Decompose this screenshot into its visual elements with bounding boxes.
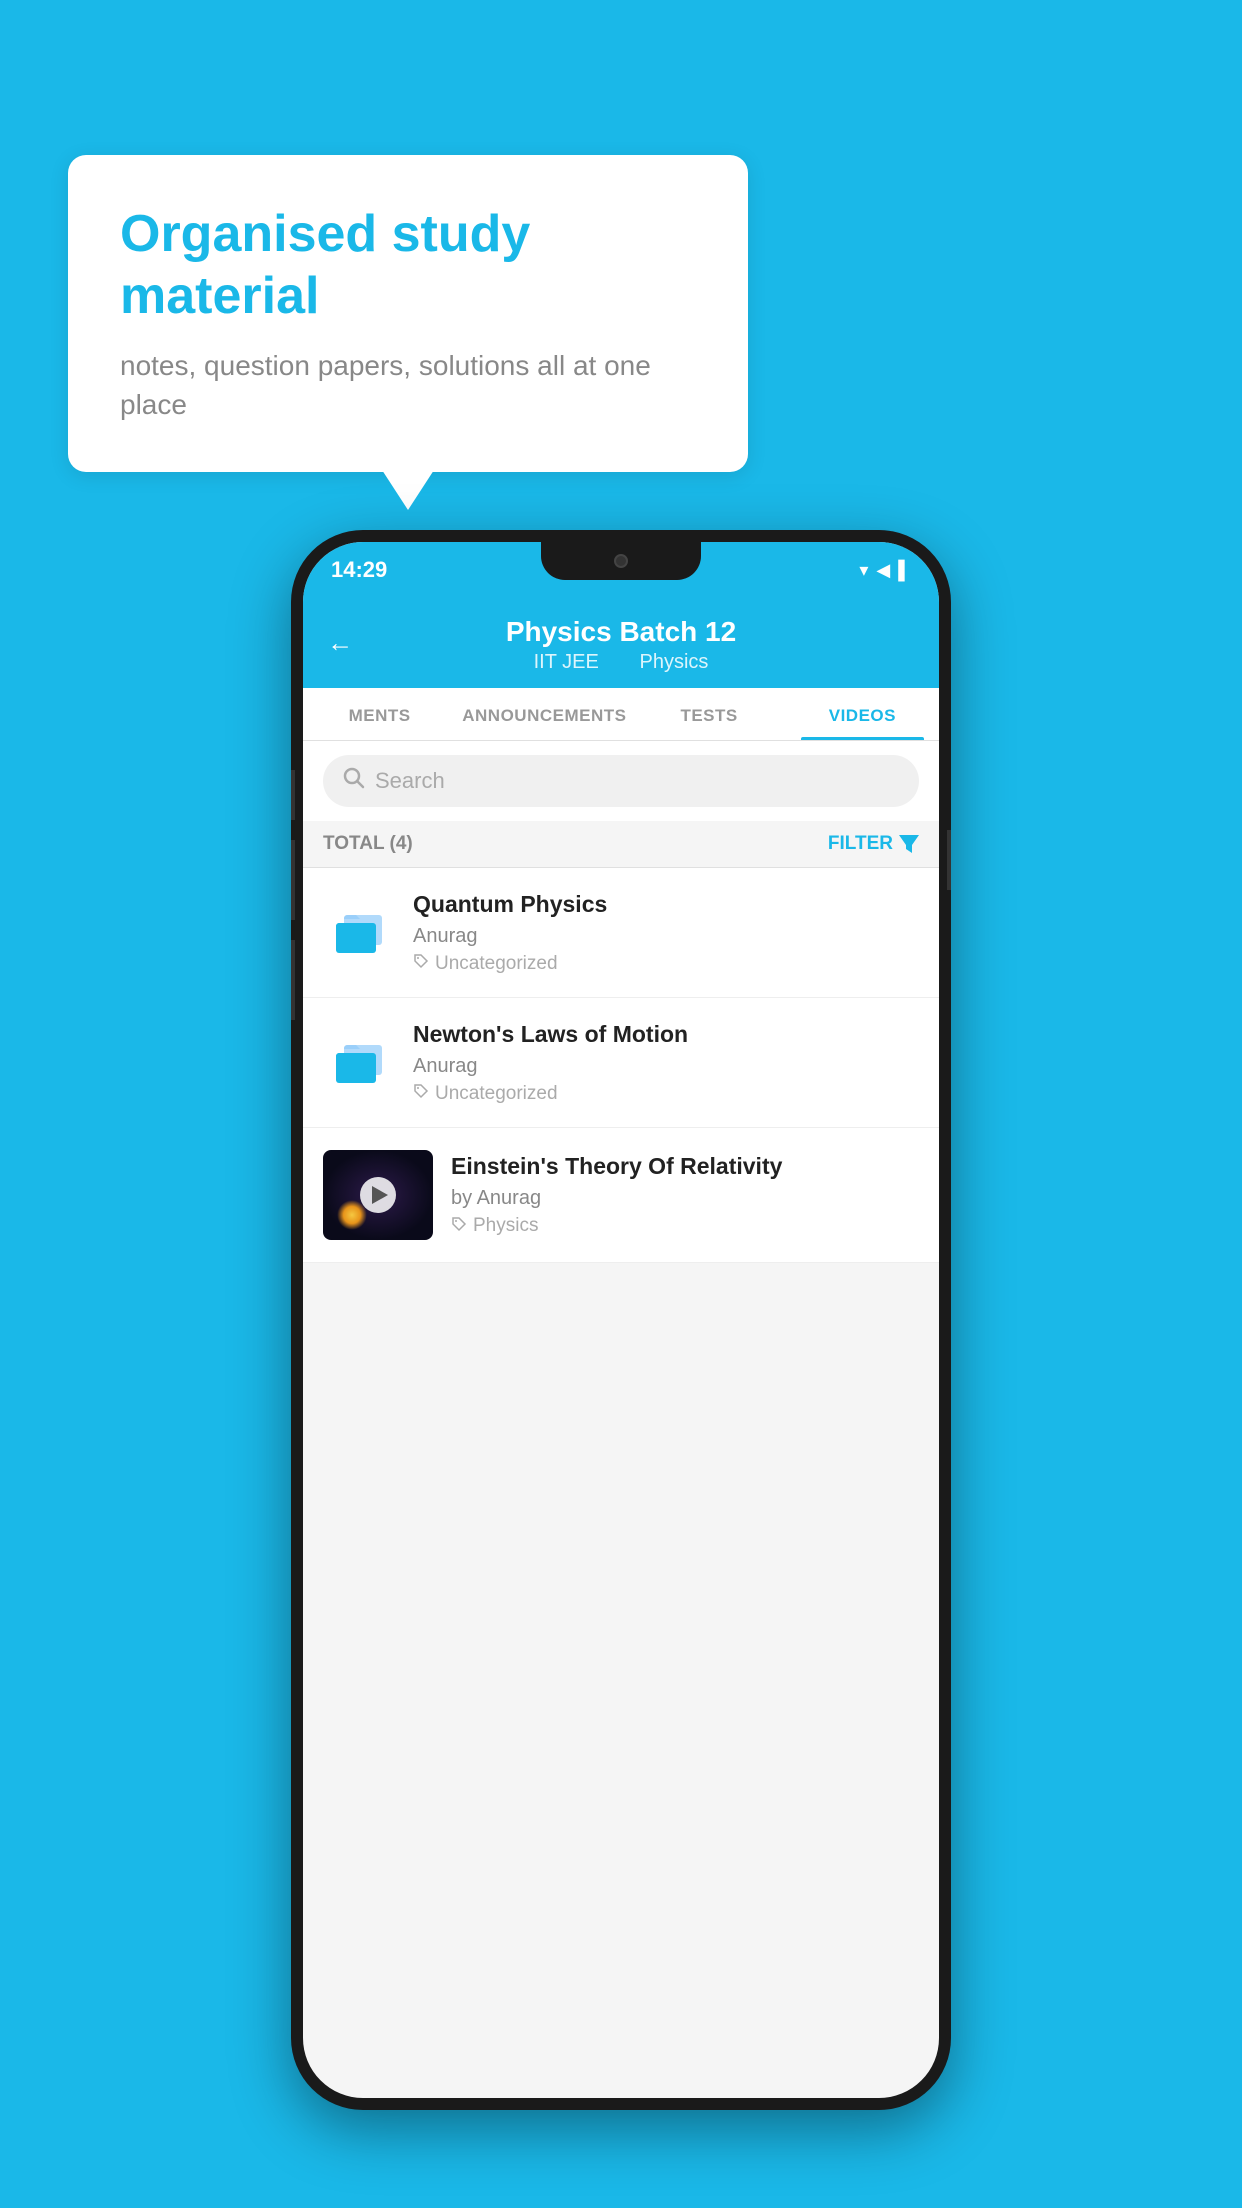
video-title: Quantum Physics [413,890,919,920]
status-time: 14:29 [331,557,387,583]
search-container: Search [303,741,939,821]
speech-bubble-container: Organised study material notes, question… [68,155,748,472]
list-item[interactable]: Newton's Laws of Motion Anurag Uncategor… [303,998,939,1128]
total-count: TOTAL (4) [323,833,413,855]
tag-icon [413,953,429,974]
power-button [947,830,951,890]
video-author: by Anurag [451,1187,919,1210]
speech-bubble: Organised study material notes, question… [68,155,748,472]
wifi-icon: ▾ [859,560,868,581]
camera-dot [614,554,628,568]
phone-frame: 14:29 ▾ ◀ ▌ ← Physics Batch 12 IIT JEE P… [291,530,951,2110]
folder-icon-container [323,896,395,968]
play-button-icon [360,1177,396,1213]
volume-down-button [291,940,295,1020]
phone-screen: 14:29 ▾ ◀ ▌ ← Physics Batch 12 IIT JEE P… [303,542,939,2098]
tag-label: Uncategorized [435,1083,558,1105]
video-author: Anurag [413,925,919,948]
tag-label: Uncategorized [435,953,558,975]
video-list: Quantum Physics Anurag Uncategorized [303,868,939,1263]
tab-videos[interactable]: VIDEOS [786,688,939,740]
video-title: Einstein's Theory Of Relativity [451,1152,919,1182]
video-info: Newton's Laws of Motion Anurag Uncategor… [413,1020,919,1105]
back-button[interactable]: ← [327,628,353,659]
signal-icon: ◀ [876,560,890,581]
mute-button [291,770,295,820]
search-icon [343,767,365,795]
tag-icon [413,1083,429,1104]
tab-announcements[interactable]: ANNOUNCEMENTS [456,688,632,740]
battery-icon: ▌ [898,560,911,581]
search-placeholder: Search [375,768,445,794]
video-tag: Uncategorized [413,1083,919,1105]
tab-tests[interactable]: TESTS [632,688,785,740]
video-tag: Uncategorized [413,953,919,975]
video-info: Einstein's Theory Of Relativity by Anura… [451,1152,919,1237]
filter-label: FILTER [828,833,893,855]
tag-icon [451,1216,467,1237]
folder-icon [328,905,390,960]
status-bar: 14:29 ▾ ◀ ▌ [303,542,939,598]
tabs-bar: MENTS ANNOUNCEMENTS TESTS VIDEOS [303,688,939,741]
list-item[interactable]: Einstein's Theory Of Relativity by Anura… [303,1128,939,1263]
notch [541,542,701,580]
header-title: Physics Batch 12 [506,616,736,648]
volume-up-button [291,840,295,920]
folder-icon [328,1035,390,1090]
filter-row: TOTAL (4) FILTER [303,821,939,868]
video-tag: Physics [451,1215,919,1237]
header-subtitle: IIT JEE Physics [528,651,715,674]
bubble-title: Organised study material [120,203,696,328]
tag-label: Physics [473,1215,538,1237]
tab-ments[interactable]: MENTS [303,688,456,740]
filter-button[interactable]: FILTER [828,833,919,855]
filter-icon [899,835,919,853]
video-thumbnail [323,1150,433,1240]
header-subtitle-sep [616,651,627,673]
folder-icon-container [323,1026,395,1098]
header-subtitle-subject: Physics [640,651,709,673]
video-title: Newton's Laws of Motion [413,1020,919,1050]
status-icons: ▾ ◀ ▌ [859,560,911,581]
header-subtitle-course: IIT JEE [534,651,599,673]
video-author: Anurag [413,1055,919,1078]
search-box[interactable]: Search [323,755,919,807]
video-info: Quantum Physics Anurag Uncategorized [413,890,919,975]
play-triangle [372,1186,388,1204]
app-header: ← Physics Batch 12 IIT JEE Physics [303,598,939,688]
bubble-subtitle: notes, question papers, solutions all at… [120,346,696,424]
list-item[interactable]: Quantum Physics Anurag Uncategorized [303,868,939,998]
